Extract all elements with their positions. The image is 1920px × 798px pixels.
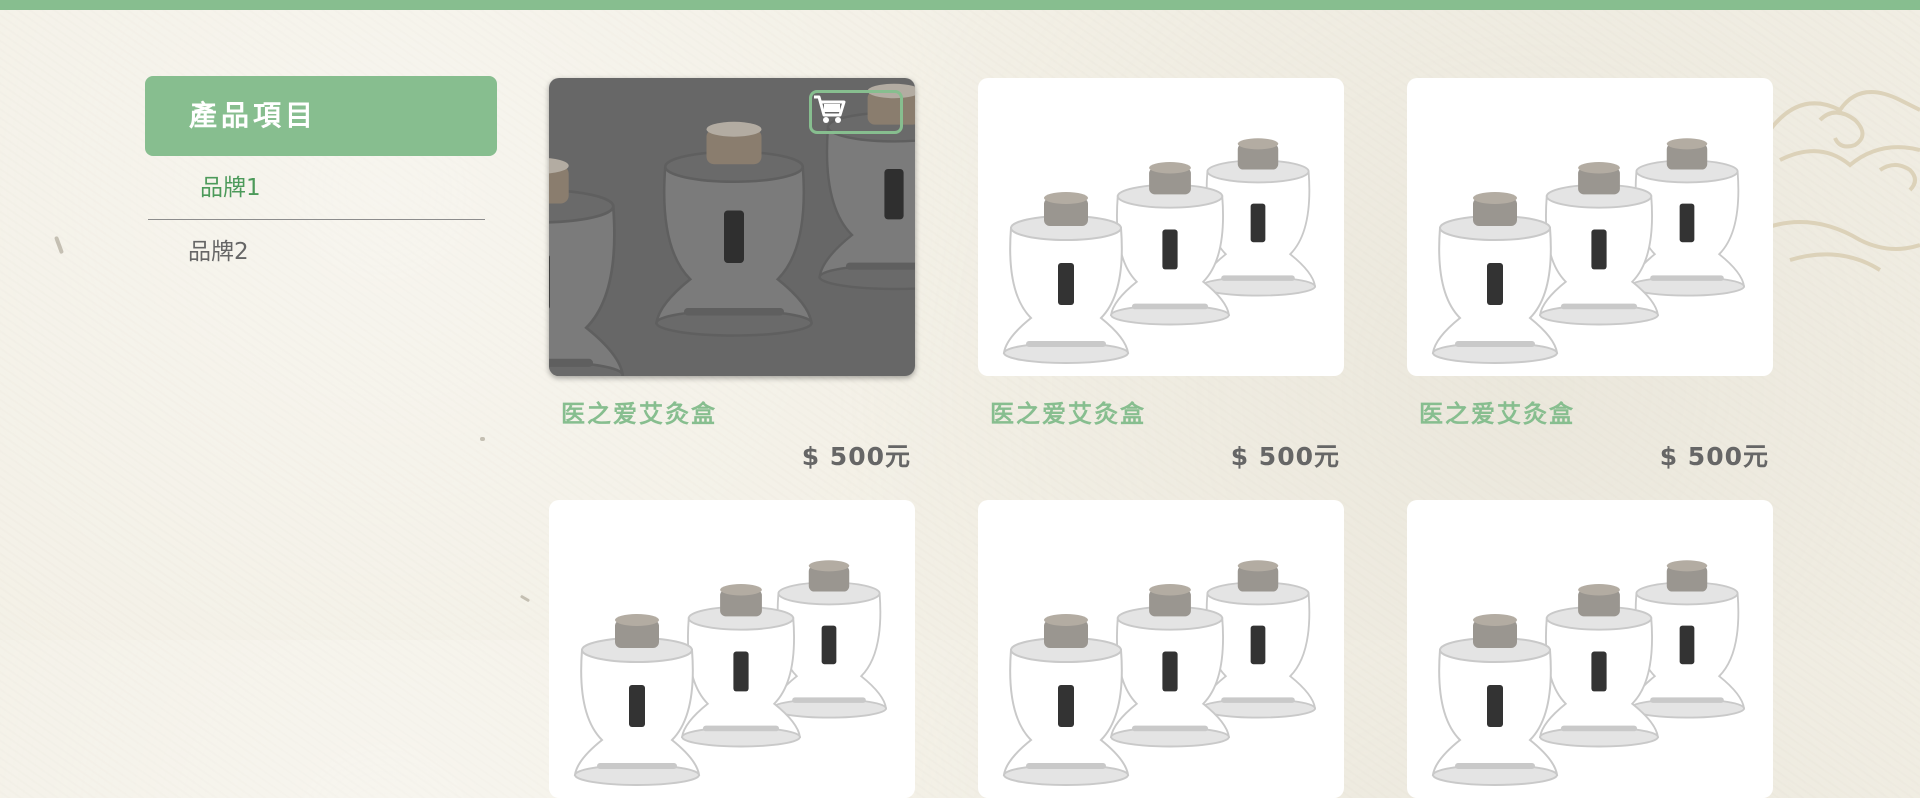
- cart-icon: [814, 95, 846, 123]
- product-card[interactable]: 医之爱艾灸盒 $ 500元: [978, 78, 1346, 473]
- product-price: $ 500元: [1230, 442, 1340, 471]
- product-price: $ 500元: [1659, 442, 1769, 471]
- paper-fleck: [519, 594, 531, 603]
- product-price: $ 500元: [801, 442, 911, 471]
- product-name[interactable]: 医之爱艾灸盒: [1407, 394, 1775, 429]
- product-image[interactable]: [1407, 500, 1773, 798]
- product-image[interactable]: [549, 78, 915, 376]
- add-to-cart-button[interactable]: [809, 90, 903, 134]
- cloud-pattern-decoration: [1760, 90, 1920, 272]
- product-card[interactable]: [1407, 500, 1775, 798]
- top-accent-bar: [0, 0, 1920, 10]
- sidebar-item-brand-1[interactable]: 品牌1: [148, 156, 485, 220]
- product-card[interactable]: [978, 500, 1346, 798]
- product-name[interactable]: 医之爱艾灸盒: [978, 394, 1346, 429]
- sidebar-title: 產品項目: [145, 76, 497, 156]
- product-card[interactable]: [549, 500, 917, 798]
- paper-fleck: [54, 235, 64, 255]
- product-image[interactable]: [1407, 78, 1773, 376]
- product-image[interactable]: [549, 500, 915, 798]
- product-card[interactable]: 医之爱艾灸盒 $ 500元: [549, 78, 917, 473]
- product-image[interactable]: [978, 500, 1344, 798]
- product-card[interactable]: 医之爱艾灸盒 $ 500元: [1407, 78, 1775, 473]
- paper-fleck: [480, 437, 485, 441]
- sidebar-item-brand-2[interactable]: 品牌2: [145, 220, 497, 284]
- product-category-sidebar: 產品項目 品牌1 品牌2: [145, 76, 497, 284]
- product-name[interactable]: 医之爱艾灸盒: [549, 394, 917, 429]
- product-image[interactable]: [978, 78, 1344, 376]
